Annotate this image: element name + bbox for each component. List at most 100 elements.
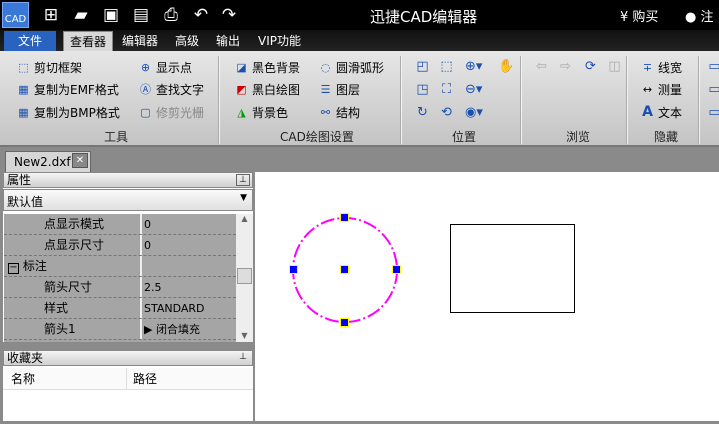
black-bg-button[interactable]: ◪ 黑色背景 [234, 59, 300, 76]
find-text-button[interactable]: Ⓐ 查找文字 [138, 81, 204, 98]
drawing-canvas[interactable] [255, 172, 719, 421]
clip-frame-button[interactable]: ⬚ 剪切框架 [16, 59, 82, 76]
app-logo[interactable]: CAD [2, 2, 29, 28]
prop-key: 点显示模式 [4, 214, 142, 234]
prop-key: 箭头尺寸 [4, 277, 142, 297]
panel-title: 属性 [7, 173, 32, 187]
move-icon[interactable]: ◰ [414, 58, 431, 75]
bmp-icon: ▦ [18, 106, 29, 119]
prop-value[interactable]: 闭合填充 [156, 323, 200, 336]
extra-icon[interactable]: ▭ [706, 58, 719, 75]
measure-button[interactable]: ↔ 测量 [640, 81, 682, 98]
new-icon[interactable]: ⊞ [40, 4, 62, 26]
properties-combo[interactable]: 默认值 ▼ [3, 189, 253, 211]
line-width-button[interactable]: ∓ 线宽 [640, 59, 682, 76]
refresh-icon[interactable]: ⟳ [582, 58, 599, 75]
group-label-browse: 浏览 [566, 130, 591, 144]
label: 圆滑弧形 [336, 61, 385, 75]
tab-editor[interactable]: 编辑器 [116, 31, 164, 51]
prop-value[interactable]: 2.5 [142, 277, 162, 297]
smooth-arc-button[interactable]: ◌ 圆滑弧形 [318, 59, 384, 76]
pin-icon[interactable]: ⊥ [236, 352, 250, 364]
table-row[interactable]: 点显示尺寸 0 [4, 235, 236, 256]
view-3d-icon[interactable]: ◉▾ [465, 104, 483, 121]
column-header-path[interactable]: 路径 [127, 368, 157, 389]
yen-icon: ¥ [620, 10, 629, 25]
collapse-icon[interactable]: − [8, 263, 19, 274]
forward-icon[interactable]: ⇨ [557, 58, 574, 75]
black-bg-icon: ◪ [236, 61, 247, 74]
copy-emf-button[interactable]: ▦ 复制为EMF格式 [16, 81, 119, 98]
zoom-in-icon[interactable]: ⊕▾ [465, 58, 482, 75]
label: 线宽 [658, 61, 683, 75]
column-header-name[interactable]: 名称 [3, 368, 127, 389]
crosshair-icon: ⊕ [140, 61, 151, 74]
table-row[interactable]: − 标注 [4, 256, 236, 277]
zoom-window-icon[interactable]: ⬚ [438, 58, 455, 75]
bw-icon: ◩ [236, 83, 247, 96]
prop-value[interactable]: 0 [142, 214, 151, 234]
restore-icon[interactable]: ◫ [606, 58, 623, 75]
undo-icon[interactable]: ↶ [190, 4, 212, 26]
tab-file[interactable]: 文件 [4, 31, 56, 51]
scrollbar[interactable]: ▲ ▼ [236, 214, 253, 342]
grip-handle[interactable] [340, 265, 349, 274]
prop-key: 箭头1 [4, 319, 142, 339]
register-button[interactable]: ● 注 [685, 6, 714, 25]
label: 复制为BMP格式 [34, 106, 120, 120]
tab-vip[interactable]: VIP功能 [252, 31, 307, 51]
table-row[interactable]: 箭头1 ▶ 闭合填充 [4, 319, 236, 340]
fit-extents-icon[interactable]: ⛶ [438, 81, 455, 98]
prop-key: 样式 [4, 298, 142, 318]
prop-value[interactable]: STANDARD [142, 298, 205, 318]
rotate-icon[interactable]: ↻ [414, 104, 431, 121]
tab-output[interactable]: 输出 [210, 31, 246, 51]
separator [626, 56, 628, 144]
print-icon[interactable]: ⎙ [160, 4, 182, 26]
redo-icon[interactable]: ↷ [218, 4, 240, 26]
label: 修剪光栅 [156, 106, 205, 120]
save-icon[interactable]: ▣ [100, 4, 122, 26]
tab-viewer[interactable]: 查看器 [63, 31, 114, 51]
grip-handle[interactable] [340, 213, 349, 222]
prop-value[interactable]: 0 [142, 235, 151, 255]
tab-advanced[interactable]: 高级 [169, 31, 205, 51]
close-icon[interactable]: ✕ [72, 153, 88, 168]
copy-bmp-button[interactable]: ▦ 复制为BMP格式 [16, 104, 120, 121]
prop-category: 标注 [22, 259, 47, 273]
extra-icon[interactable]: ▭ [706, 104, 719, 121]
scroll-thumb[interactable] [237, 268, 252, 284]
open-icon[interactable]: ▰ [70, 4, 92, 26]
save-pdf-icon[interactable]: ▤ [130, 4, 152, 26]
favorites-panel: 收藏夹 ⊥ 名称 路径 [3, 350, 253, 421]
layers-button[interactable]: ☰ 图层 [318, 81, 360, 98]
separator [218, 56, 220, 144]
table-row[interactable]: 箭头尺寸 2.5 [4, 277, 236, 298]
grip-handle[interactable] [340, 318, 349, 327]
structure-button[interactable]: ⚯ 结构 [318, 104, 360, 121]
zoom-prev-icon[interactable]: ⟲ [438, 104, 455, 121]
grip-handle[interactable] [392, 265, 401, 274]
group-label-hide: 隐藏 [654, 130, 679, 144]
pan-hand-icon[interactable]: ✋ [498, 58, 515, 75]
copy-view-icon[interactable]: ◳ [414, 81, 431, 98]
zoom-out-icon[interactable]: ⊖▾ [465, 81, 482, 98]
buy-button[interactable]: ¥ 购买 [620, 6, 658, 25]
back-icon[interactable]: ⇦ [533, 58, 550, 75]
table-row[interactable]: 样式 STANDARD [4, 298, 236, 319]
trim-raster-button[interactable]: ▢ 修剪光栅 [138, 104, 204, 121]
extra-icon[interactable]: ▭ [706, 81, 719, 98]
emf-icon: ▦ [18, 83, 29, 96]
show-points-button[interactable]: ⊕ 显示点 [138, 59, 192, 76]
bg-color-button[interactable]: ◮ 背景色 [234, 104, 288, 121]
group-label-tools: 工具 [104, 130, 129, 144]
rectangle-entity[interactable] [450, 224, 575, 313]
measure-icon: ↔ [642, 83, 653, 96]
bw-draw-button[interactable]: ◩ 黑白绘图 [234, 81, 300, 98]
text-button[interactable]: A 文本 [640, 104, 682, 121]
pin-icon[interactable]: ⊥ [236, 174, 250, 186]
label: 查找文字 [156, 83, 205, 97]
grip-handle[interactable] [289, 265, 298, 274]
table-row[interactable]: 点显示模式 0 [4, 214, 236, 235]
favorites-header: 收藏夹 ⊥ [3, 350, 253, 366]
